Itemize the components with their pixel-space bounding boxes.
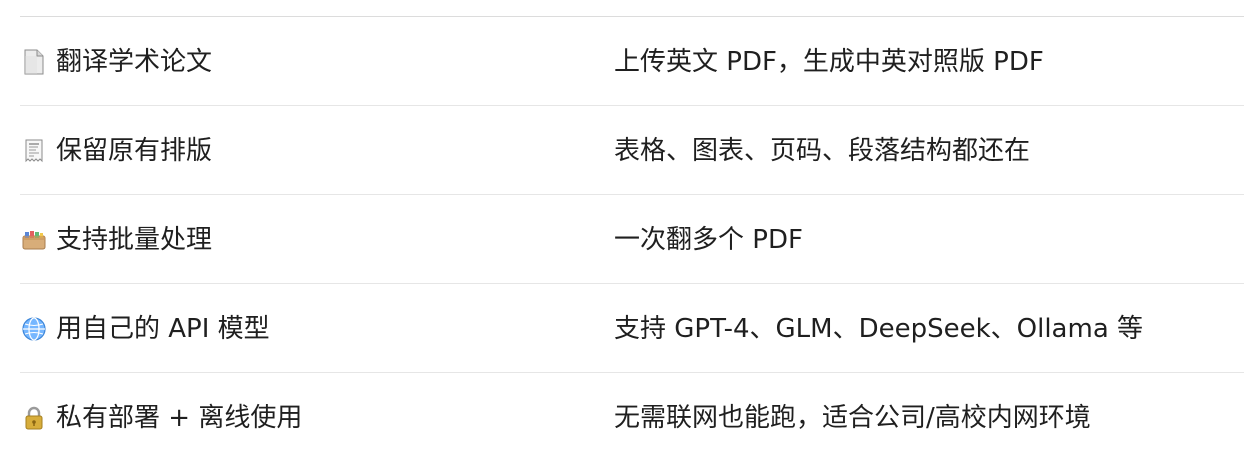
table-row: 私有部署 + 离线使用 无需联网也能跑，适合公司/高校内网环境: [20, 373, 1244, 462]
description-cell: 表格、图表、页码、段落结构都还在: [614, 106, 1244, 195]
card-box-icon: [20, 226, 48, 254]
description-text: 表格、图表、页码、段落结构都还在: [614, 135, 1031, 166]
description-text: 支持 GPT-4、GLM、DeepSeek、Ollama 等: [614, 313, 1144, 344]
table-row: 翻译学术论文 上传英文 PDF，生成中英对照版 PDF: [20, 17, 1244, 106]
feature-label: 私有部署 + 离线使用: [56, 402, 303, 433]
feature-cell: 保留原有排版: [20, 106, 580, 195]
description-cell: 上传英文 PDF，生成中英对照版 PDF: [614, 17, 1244, 106]
lock-icon: [20, 404, 48, 432]
feature-cell: 用自己的 API 模型: [20, 284, 580, 373]
receipt-icon: [20, 137, 48, 165]
description-text: 上传英文 PDF，生成中英对照版 PDF: [614, 46, 1044, 77]
feature-table: 翻译学术论文 上传英文 PDF，生成中英对照版 PDF 保留原有排版 表格、图表…: [20, 16, 1244, 462]
feature-cell: 翻译学术论文: [20, 17, 580, 106]
feature-cell: 支持批量处理: [20, 195, 580, 284]
globe-icon: [20, 315, 48, 343]
table-row: 保留原有排版 表格、图表、页码、段落结构都还在: [20, 106, 1244, 195]
feature-label: 翻译学术论文: [56, 46, 213, 77]
feature-label: 用自己的 API 模型: [56, 313, 270, 344]
table-row: 支持批量处理 一次翻多个 PDF: [20, 195, 1244, 284]
description-cell: 一次翻多个 PDF: [614, 195, 1244, 284]
description-cell: 支持 GPT-4、GLM、DeepSeek、Ollama 等: [614, 284, 1244, 373]
feature-cell: 私有部署 + 离线使用: [20, 373, 580, 462]
description-text: 一次翻多个 PDF: [614, 224, 803, 255]
feature-label: 保留原有排版: [56, 135, 213, 166]
feature-label: 支持批量处理: [56, 224, 213, 255]
table-row: 用自己的 API 模型 支持 GPT-4、GLM、DeepSeek、Ollama…: [20, 284, 1244, 373]
description-cell: 无需联网也能跑，适合公司/高校内网环境: [614, 373, 1244, 462]
document-icon: [20, 48, 48, 76]
description-text: 无需联网也能跑，适合公司/高校内网环境: [614, 402, 1091, 433]
